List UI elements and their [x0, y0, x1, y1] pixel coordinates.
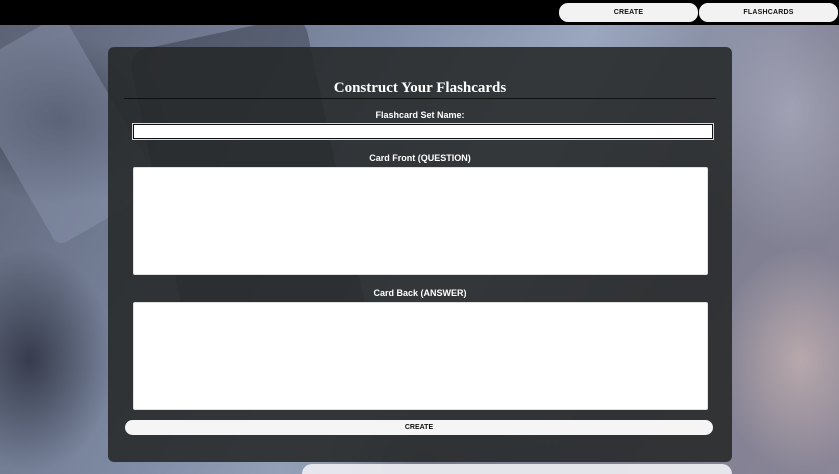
- nav-flashcards-button[interactable]: FLASHCARDS: [699, 3, 838, 22]
- title-divider: [124, 98, 716, 99]
- form-title: Construct Your Flashcards: [333, 80, 507, 96]
- set-name-label: Flashcard Set Name:: [375, 110, 465, 120]
- nav-create-button[interactable]: CREATE: [559, 3, 698, 22]
- card-front-textarea[interactable]: [133, 167, 708, 275]
- top-nav-bar: CREATE FLASHCARDS: [0, 0, 839, 25]
- background-paper-shape: [302, 464, 732, 474]
- flashcard-form-panel: Construct Your Flashcards Flashcard Set …: [108, 47, 732, 462]
- card-back-textarea[interactable]: [133, 302, 708, 410]
- card-back-label: Card Back (ANSWER): [373, 288, 467, 298]
- create-submit-button[interactable]: CREATE: [125, 420, 713, 435]
- set-name-input[interactable]: [132, 123, 714, 140]
- card-front-label: Card Front (QUESTION): [369, 153, 471, 163]
